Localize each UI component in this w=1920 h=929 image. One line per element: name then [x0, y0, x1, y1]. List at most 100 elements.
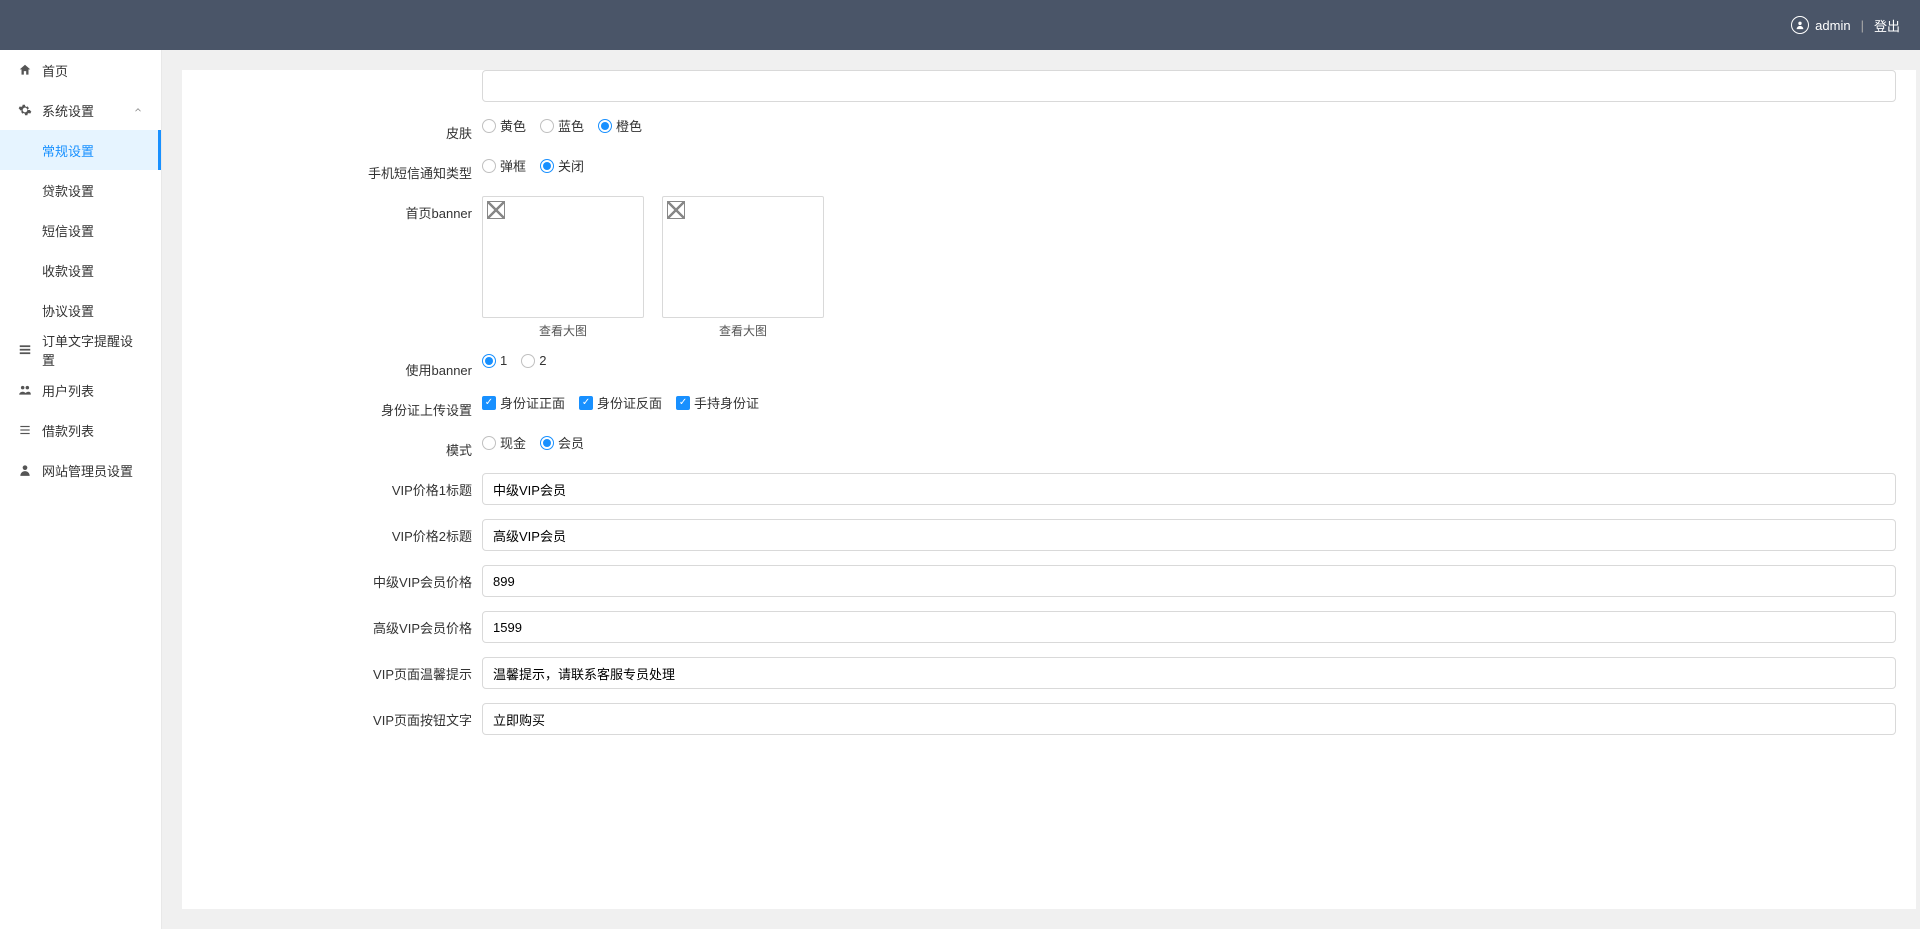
lines-icon — [18, 423, 32, 437]
check-label: 身份证正面 — [500, 393, 565, 412]
sidebar-item-label: 贷款设置 — [42, 181, 94, 200]
radio-skin-orange[interactable]: 橙色 — [598, 116, 642, 135]
sidebar-item-label: 短信设置 — [42, 221, 94, 240]
field-label: 身份证上传设置 — [182, 393, 482, 419]
person-icon — [18, 463, 32, 477]
sidebar-sub-payment[interactable]: 收款设置 — [0, 250, 161, 290]
radio-label: 会员 — [558, 433, 584, 452]
radio-label: 现金 — [500, 433, 526, 452]
radio-icon — [521, 354, 535, 368]
radio-mode-member[interactable]: 会员 — [540, 433, 584, 452]
field-label: 中级VIP会员价格 — [182, 565, 482, 591]
row-use-banner: 使用banner 1 2 — [182, 353, 1916, 379]
radio-use-banner-1[interactable]: 1 — [482, 353, 507, 368]
sidebar-item-label: 网站管理员设置 — [42, 461, 133, 480]
row-id-upload: 身份证上传设置 身份证正面 身份证反面 手持身份证 — [182, 393, 1916, 419]
sidebar-item-loans[interactable]: 借款列表 — [0, 410, 161, 450]
vip-price2-title-input[interactable] — [482, 519, 1896, 551]
gear-icon — [18, 103, 32, 117]
sidebar-item-order-reminder[interactable]: 订单文字提醒设置 — [0, 330, 161, 370]
radio-skin-yellow[interactable]: 黄色 — [482, 116, 526, 135]
vip-tip-input[interactable] — [482, 657, 1896, 689]
field-label: 模式 — [182, 433, 482, 459]
user-icon — [1791, 16, 1809, 34]
list-icon — [18, 343, 32, 357]
row-vip-price1-title: VIP价格1标题 — [182, 473, 1916, 505]
check-label: 身份证反面 — [597, 393, 662, 412]
sidebar-item-label: 收款设置 — [42, 261, 94, 280]
field-label: 皮肤 — [182, 116, 482, 142]
row-banner: 首页banner 查看大图 查看大图 — [182, 196, 1916, 339]
top-field-input[interactable] — [482, 70, 1896, 102]
users-icon — [18, 383, 32, 397]
field-label: VIP页面按钮文字 — [182, 703, 482, 729]
vip-btn-text-input[interactable] — [482, 703, 1896, 735]
sidebar-item-system-settings[interactable]: 系统设置 — [0, 90, 161, 130]
sidebar-sub-loan[interactable]: 贷款设置 — [0, 170, 161, 210]
checkbox-icon — [482, 396, 496, 410]
field-label: 高级VIP会员价格 — [182, 611, 482, 637]
sidebar: 首页 系统设置 常规设置 贷款设置 短信设置 收款设置 协议设置 — [0, 50, 162, 929]
banner-upload-1[interactable]: 查看大图 — [482, 196, 644, 339]
high-vip-price-input[interactable] — [482, 611, 1896, 643]
radio-label: 1 — [500, 353, 507, 368]
field-label: VIP价格2标题 — [182, 519, 482, 545]
radio-icon — [482, 119, 496, 133]
row-vip-price2-title: VIP价格2标题 — [182, 519, 1916, 551]
radio-icon — [540, 159, 554, 173]
broken-image-icon — [662, 196, 824, 318]
radio-icon — [540, 436, 554, 450]
username[interactable]: admin — [1815, 18, 1850, 33]
sidebar-item-home[interactable]: 首页 — [0, 50, 161, 90]
sidebar-item-users[interactable]: 用户列表 — [0, 370, 161, 410]
row-top-field — [182, 70, 1916, 102]
check-id-front[interactable]: 身份证正面 — [482, 393, 565, 412]
mid-vip-price-input[interactable] — [482, 565, 1896, 597]
field-label — [182, 70, 482, 77]
broken-image-icon — [482, 196, 644, 318]
sidebar-item-label: 订单文字提醒设置 — [42, 331, 143, 369]
radio-sms-popup[interactable]: 弹框 — [482, 156, 526, 175]
radio-skin-blue[interactable]: 蓝色 — [540, 116, 584, 135]
sidebar-item-label: 首页 — [42, 61, 68, 80]
radio-icon — [482, 436, 496, 450]
radio-label: 关闭 — [558, 156, 584, 175]
banner-caption[interactable]: 查看大图 — [662, 318, 824, 339]
radio-label: 黄色 — [500, 116, 526, 135]
check-id-back[interactable]: 身份证反面 — [579, 393, 662, 412]
banner-caption[interactable]: 查看大图 — [482, 318, 644, 339]
row-mode: 模式 现金 会员 — [182, 433, 1916, 459]
checkbox-icon — [676, 396, 690, 410]
sidebar-sub-sms[interactable]: 短信设置 — [0, 210, 161, 250]
sidebar-item-label: 借款列表 — [42, 421, 94, 440]
vip-price1-title-input[interactable] — [482, 473, 1896, 505]
field-label: 首页banner — [182, 196, 482, 222]
radio-use-banner-2[interactable]: 2 — [521, 353, 546, 368]
sidebar-item-label: 常规设置 — [42, 141, 94, 160]
radio-label: 蓝色 — [558, 116, 584, 135]
header-divider: | — [1861, 18, 1864, 33]
radio-mode-cash[interactable]: 现金 — [482, 433, 526, 452]
sidebar-sub-general[interactable]: 常规设置 — [0, 130, 161, 170]
check-id-hold[interactable]: 手持身份证 — [676, 393, 759, 412]
field-label: 使用banner — [182, 353, 482, 379]
home-icon — [18, 63, 32, 77]
row-skin: 皮肤 黄色 蓝色 橙色 — [182, 116, 1916, 142]
logout-link[interactable]: 登出 — [1874, 16, 1900, 35]
field-label: 手机短信通知类型 — [182, 156, 482, 182]
row-high-vip-price: 高级VIP会员价格 — [182, 611, 1916, 643]
sidebar-item-label: 系统设置 — [42, 101, 94, 120]
radio-label: 弹框 — [500, 156, 526, 175]
radio-sms-off[interactable]: 关闭 — [540, 156, 584, 175]
radio-icon — [540, 119, 554, 133]
radio-icon — [482, 159, 496, 173]
radio-icon — [482, 354, 496, 368]
sidebar-item-admin[interactable]: 网站管理员设置 — [0, 450, 161, 490]
sidebar-item-label: 用户列表 — [42, 381, 94, 400]
radio-label: 2 — [539, 353, 546, 368]
sidebar-sub-agreement[interactable]: 协议设置 — [0, 290, 161, 330]
sidebar-item-label: 协议设置 — [42, 301, 94, 320]
radio-label: 橙色 — [616, 116, 642, 135]
banner-upload-2[interactable]: 查看大图 — [662, 196, 824, 339]
chevron-up-icon — [133, 105, 143, 115]
